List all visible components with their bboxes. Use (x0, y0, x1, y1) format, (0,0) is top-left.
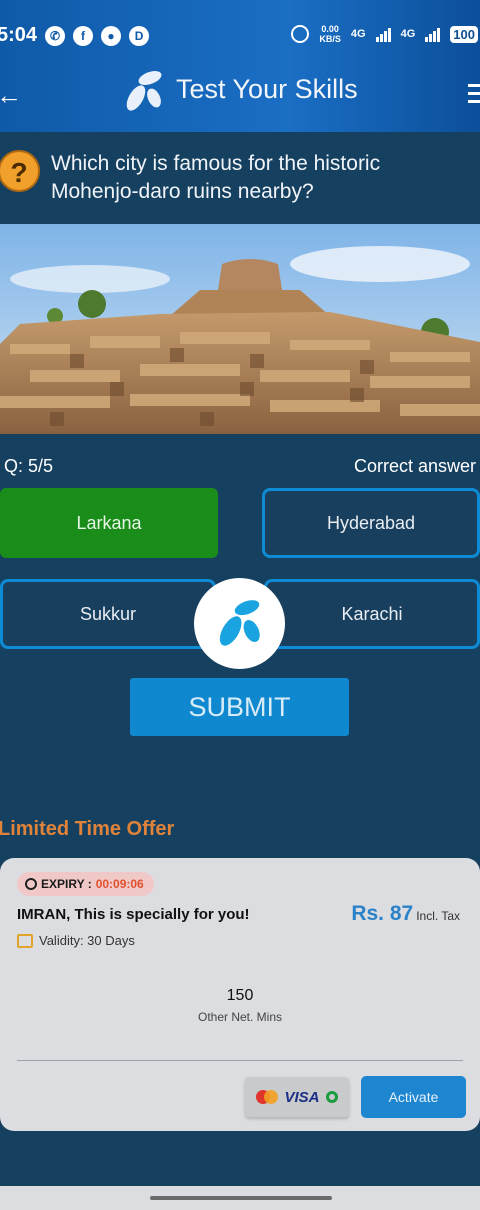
signal-icon-2 (425, 26, 441, 42)
mins-label: Other Net. Mins (197, 1010, 283, 1024)
net-speed-value: 0.00 (321, 24, 339, 34)
offer-card: EXPIRY : 00:09:06 IMRAN, This is special… (0, 858, 480, 1131)
notification-icon: ● (101, 25, 122, 46)
network-1-label: 4G (350, 28, 366, 40)
option-larkana[interactable]: Larkana (0, 488, 218, 558)
status-time: 5:04 (0, 24, 38, 46)
facebook-icon: f (73, 25, 94, 46)
mins-value: 150 (226, 987, 254, 1004)
back-arrow-icon[interactable]: ← (0, 80, 22, 111)
network-2-label: 4G (400, 28, 416, 40)
visa-icon: VISA (284, 1088, 320, 1106)
validity: Validity: 30 Days (17, 933, 135, 948)
validity-text: Validity: 30 Days (39, 933, 135, 948)
status-right: 0.00 KB/S 4G 4G 100 (291, 24, 478, 44)
alarm-icon (291, 25, 310, 43)
menu-icon[interactable] (468, 84, 480, 108)
question-text: Which city is famous for the historic Mo… (51, 152, 381, 203)
question-counter: Q: 5/5 (4, 456, 54, 476)
app-notification-icon: D (129, 25, 150, 46)
offer-title: IMRAN, This is specially for you! (17, 906, 250, 923)
net-speed-unit: KB/S (319, 34, 341, 44)
signal-icon (375, 26, 391, 42)
telenor-logo-icon (219, 599, 260, 646)
answer-status: Correct answer (353, 456, 476, 476)
telenor-logo-icon (126, 71, 162, 111)
divider (17, 1060, 463, 1061)
page-title: Test Your Skills (176, 74, 358, 104)
battery-icon: 100 (450, 25, 478, 43)
option-sukkur[interactable]: Sukkur (0, 579, 216, 649)
expiry-time: 00:09:06 (95, 877, 144, 891)
whatsapp-icon: ✆ (45, 25, 66, 46)
mastercard-icon (256, 1090, 279, 1104)
activate-button[interactable]: Activate (361, 1076, 466, 1118)
status-left: 5:04 ✆ f ● D (0, 24, 150, 47)
expiry-badge: EXPIRY : 00:09:06 (17, 872, 154, 896)
home-gesture-pill[interactable] (150, 1196, 332, 1200)
calendar-icon (17, 933, 33, 948)
net-speed: 0.00 KB/S (319, 24, 341, 44)
app-header: ← Test Your Skills (0, 54, 480, 132)
ruins-illustration (0, 224, 480, 434)
quiz-image (0, 224, 480, 434)
easypaisa-icon (325, 1091, 338, 1103)
telenor-badge (194, 578, 285, 669)
clock-icon (25, 878, 37, 890)
price: Rs. 87 Incl. Tax (351, 902, 460, 926)
question-icon: ? (0, 150, 40, 192)
option-hyderabad[interactable]: Hyderabad (262, 488, 480, 558)
payment-methods[interactable]: VISA (245, 1077, 349, 1117)
submit-button[interactable]: SUBMIT (130, 678, 349, 736)
offer-heading: Limited Time Offer (0, 818, 175, 840)
price-value: Rs. 87 (351, 902, 414, 925)
price-note: Incl. Tax (416, 909, 460, 923)
option-karachi[interactable]: Karachi (264, 579, 480, 649)
expiry-label: EXPIRY : (41, 877, 92, 891)
